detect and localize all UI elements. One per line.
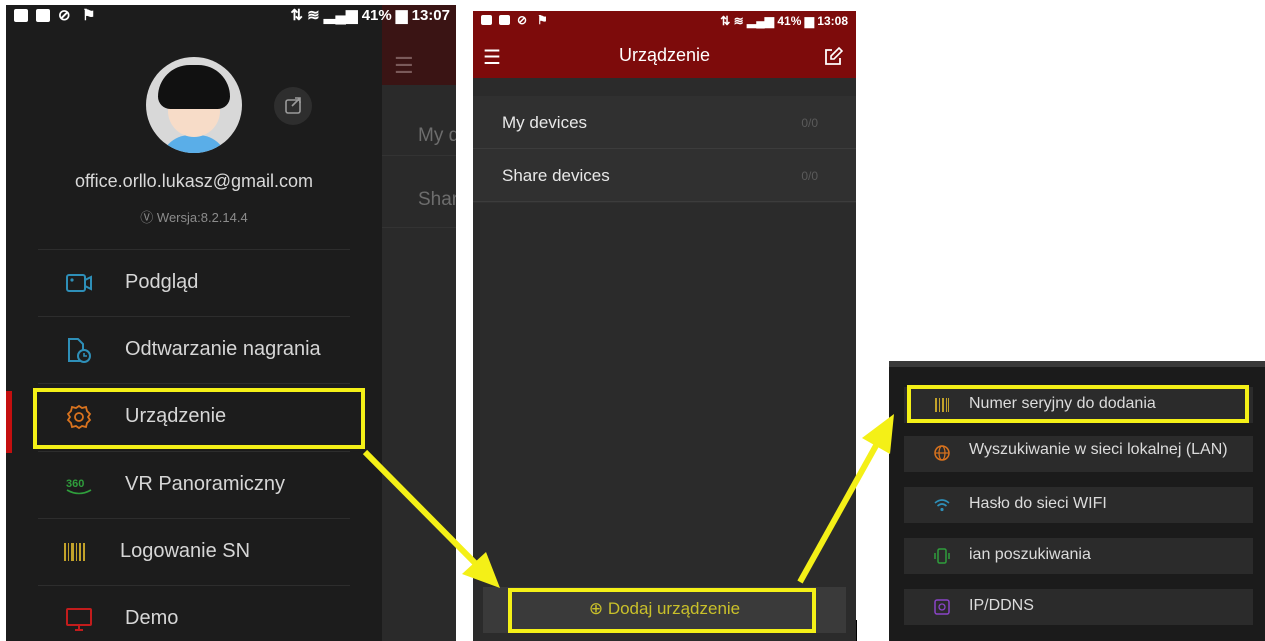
annotation-arrows (362, 414, 894, 588)
arrow-to-serial-option (797, 440, 881, 584)
arrow-to-add-device (362, 449, 481, 569)
